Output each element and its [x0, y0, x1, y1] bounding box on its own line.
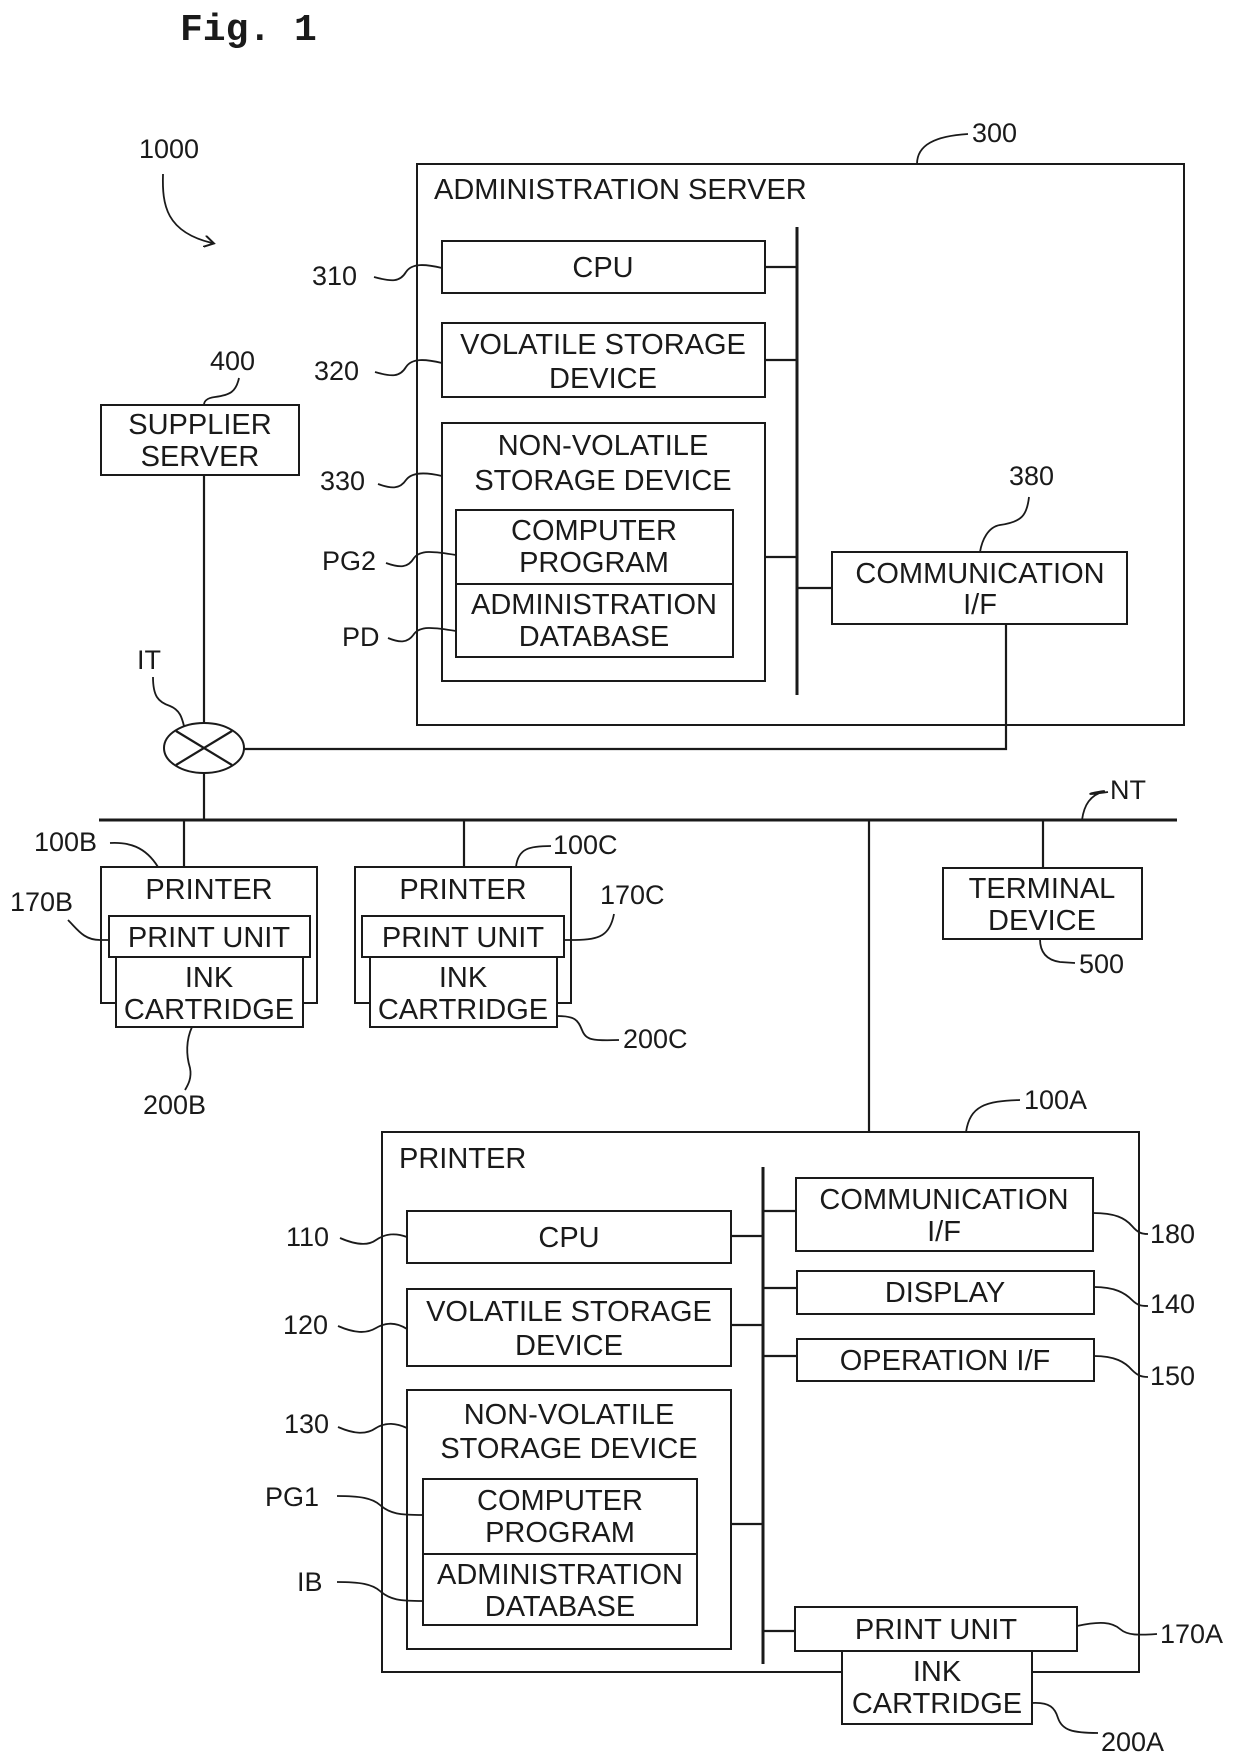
ref-ib: IB [297, 1567, 323, 1597]
printer-a-ink-line1: INK [913, 1656, 962, 1688]
ref-500-leader [1039, 938, 1076, 964]
admin-database-line1: ADMINISTRATION [471, 589, 717, 621]
ref-170b: 170B [10, 887, 73, 917]
system-ref-arrow [161, 173, 212, 243]
ref-it: IT [137, 645, 161, 675]
admin-volatile-line2: DEVICE [549, 363, 657, 395]
supplier-server: SUPPLIER SERVER 400 [100, 346, 300, 476]
ref-200c: 200C [623, 1024, 688, 1054]
admin-nonvolatile-line2: STORAGE DEVICE [474, 465, 731, 497]
system-ref-label: 1000 [139, 134, 199, 164]
printer-a-program-line1: COMPUTER [477, 1485, 643, 1517]
ref-170a: 170A [1160, 1619, 1223, 1649]
ref-200a-leader [1031, 1702, 1099, 1734]
ref-300: 300 [972, 118, 1017, 148]
ref-100c: 100C [553, 830, 618, 860]
printer-c-ink-line2: CARTRIDGE [378, 994, 548, 1026]
admin-program-line2: PROGRAM [519, 547, 669, 579]
figure-title: Fig. 1 [180, 9, 317, 52]
ref-nt: NT [1110, 775, 1146, 805]
ref-180: 180 [1150, 1219, 1195, 1249]
ref-120: 120 [283, 1310, 328, 1340]
printer-a-comm-line2: I/F [927, 1216, 961, 1248]
terminal-device: TERMINAL DEVICE 500 [942, 867, 1143, 979]
printer-a-nonvolatile-line1: NON-VOLATILE [464, 1399, 675, 1431]
ref-pg2: PG2 [322, 546, 376, 576]
ref-200c-leader [556, 1015, 620, 1042]
admin-comm-line1: COMMUNICATION [855, 558, 1104, 590]
ref-310: 310 [312, 261, 357, 291]
printer-a-database-line2: DATABASE [485, 1591, 635, 1623]
printer-a-database-line1: ADMINISTRATION [437, 1559, 683, 1591]
system-block-diagram: Fig. 1 1000 ADMINISTRATION SERVER 300 CP… [10, 9, 1223, 1757]
printer-b-title: PRINTER [145, 874, 272, 906]
printer-b-print-unit-label: PRINT UNIT [128, 922, 290, 954]
ref-150: 150 [1150, 1361, 1195, 1391]
admin-program-line1: COMPUTER [511, 515, 677, 547]
printer-b-ink-line2: CARTRIDGE [124, 994, 294, 1026]
ref-it-leader [152, 676, 185, 727]
ref-nt-leader [1081, 790, 1109, 821]
printer-a-display-label: DISPLAY [885, 1277, 1005, 1309]
printer-a-volatile-line2: DEVICE [515, 1330, 623, 1362]
ref-200b: 200B [143, 1090, 206, 1120]
ref-100a: 100A [1024, 1085, 1087, 1115]
printer-a-cpu-label: CPU [538, 1222, 599, 1254]
ref-170c: 170C [600, 880, 665, 910]
printer-a-title: PRINTER [399, 1143, 526, 1175]
administration-server: ADMINISTRATION SERVER 300 CPU 310 VOLATI… [312, 118, 1185, 726]
printer-c-ink-line1: INK [439, 962, 488, 994]
ref-100a-leader [965, 1099, 1021, 1133]
printer-a: PRINTER 100A CPU 110 VOLATILE STORAGE DE… [265, 1085, 1223, 1757]
ref-380: 380 [1009, 461, 1054, 491]
printer-a-print-unit-label: PRINT UNIT [855, 1614, 1017, 1646]
printer-a-nonvolatile-line2: STORAGE DEVICE [440, 1433, 697, 1465]
admin-nonvolatile-line1: NON-VOLATILE [498, 430, 709, 462]
printer-a-comm-line1: COMMUNICATION [819, 1184, 1068, 1216]
ref-100b: 100B [34, 827, 97, 857]
administration-server-title: ADMINISTRATION SERVER [434, 174, 807, 206]
supplier-server-line1: SUPPLIER [128, 409, 271, 441]
admin-volatile-line1: VOLATILE STORAGE [460, 329, 746, 361]
ref-100b-leader [109, 841, 159, 868]
admin-cpu-label: CPU [572, 252, 633, 284]
admin-comm-line2: I/F [963, 589, 997, 621]
printer-b: PRINTER PRINT UNIT INK CARTRIDGE 100B 17… [10, 827, 318, 1120]
printer-b-ink-line1: INK [185, 962, 234, 994]
ref-200a: 200A [1101, 1727, 1164, 1757]
supplier-server-line2: SERVER [141, 441, 260, 473]
ref-400-leader [203, 377, 240, 406]
ref-pg1: PG1 [265, 1482, 319, 1512]
printer-a-program-line2: PROGRAM [485, 1517, 635, 1549]
ref-100c-leader [515, 845, 552, 868]
printer-c-title: PRINTER [399, 874, 526, 906]
ref-130: 130 [284, 1409, 329, 1439]
printer-c-print-unit-label: PRINT UNIT [382, 922, 544, 954]
ref-300-leader [916, 133, 969, 165]
ref-400: 400 [210, 346, 255, 376]
printer-a-operation-label: OPERATION I/F [840, 1345, 1051, 1377]
printer-a-volatile-line1: VOLATILE STORAGE [426, 1296, 712, 1328]
ref-330: 330 [320, 466, 365, 496]
ref-110: 110 [286, 1222, 329, 1252]
terminal-line1: TERMINAL [969, 873, 1116, 905]
printer-c: PRINTER PRINT UNIT INK CARTRIDGE 100C 17… [354, 830, 688, 1054]
ref-500: 500 [1079, 949, 1124, 979]
ref-140: 140 [1150, 1289, 1195, 1319]
internet: IT [137, 645, 245, 774]
admin-database-line2: DATABASE [519, 621, 669, 653]
ref-200b-leader [184, 1026, 193, 1091]
printer-a-ink-line2: CARTRIDGE [852, 1688, 1022, 1720]
ref-pd: PD [342, 622, 380, 652]
ref-320: 320 [314, 356, 359, 386]
terminal-line2: DEVICE [988, 905, 1096, 937]
